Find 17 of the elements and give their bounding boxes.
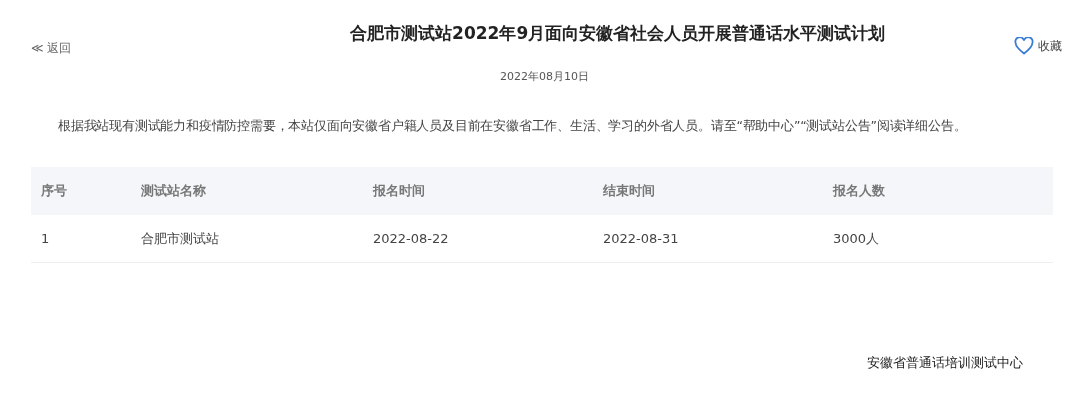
table-cell: 合肥市测试站 (141, 215, 373, 263)
table-cell: 1 (31, 215, 141, 263)
column-header: 报名人数 (833, 167, 1053, 215)
table-cell: 2022-08-31 (603, 215, 833, 263)
table-cell: 3000人 (833, 215, 1053, 263)
column-header: 报名时间 (373, 167, 603, 215)
back-link[interactable]: ≪ 返回 (31, 40, 72, 57)
favorite-button[interactable]: 收藏 (1014, 37, 1062, 55)
table-cell: 2022-08-22 (373, 215, 603, 263)
column-header: 测试站名称 (141, 167, 373, 215)
page-title: 合肥市测试站2022年9月面向安徽省社会人员开展普通话水平测试计划 (350, 22, 886, 45)
column-header: 结束时间 (603, 167, 833, 215)
footer-text: 安徽省普通话培训测试中心 (867, 355, 1023, 372)
publish-date: 2022年08月10日 (499, 69, 590, 84)
column-header: 序号 (31, 167, 141, 215)
notice-text: 根据我站现有测试能力和疫情防控需要，本站仅面向安徽省户籍人员及目前在安徽省工作、生活、学习的外省人员。请至“帮助中心”“测试站公告”阅读详细公告。 (57, 118, 968, 135)
heart-icon (1014, 37, 1034, 55)
